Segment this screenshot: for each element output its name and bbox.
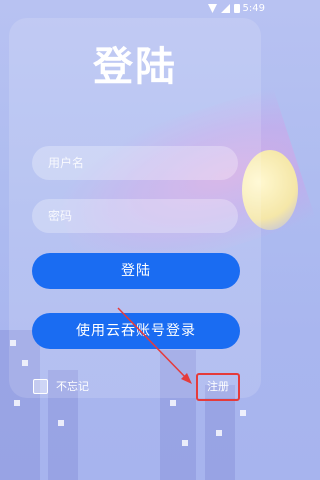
status-bar: 5:49 — [0, 0, 270, 18]
remember-checkbox[interactable] — [33, 378, 48, 394]
yuntun-login-button[interactable]: 使用云吞账号登录 — [32, 313, 240, 349]
window-light — [58, 420, 64, 426]
username-input[interactable] — [32, 146, 238, 180]
wifi-icon — [208, 4, 217, 13]
window-light — [14, 400, 20, 406]
window-light — [216, 430, 222, 436]
remember-label: 不忘记 — [56, 380, 89, 393]
window-light — [170, 400, 176, 406]
signal-icon — [221, 4, 230, 13]
window-light — [182, 440, 188, 446]
register-link[interactable]: 注册 — [196, 373, 240, 401]
remember-me[interactable]: 不忘记 — [33, 378, 89, 394]
login-button[interactable]: 登陆 — [32, 253, 240, 289]
status-icons — [208, 4, 240, 13]
battery-icon — [234, 4, 240, 13]
window-light — [240, 410, 246, 416]
password-input[interactable] — [32, 199, 238, 233]
page-title: 登陆 — [93, 44, 177, 90]
status-time: 5:49 — [242, 3, 265, 14]
